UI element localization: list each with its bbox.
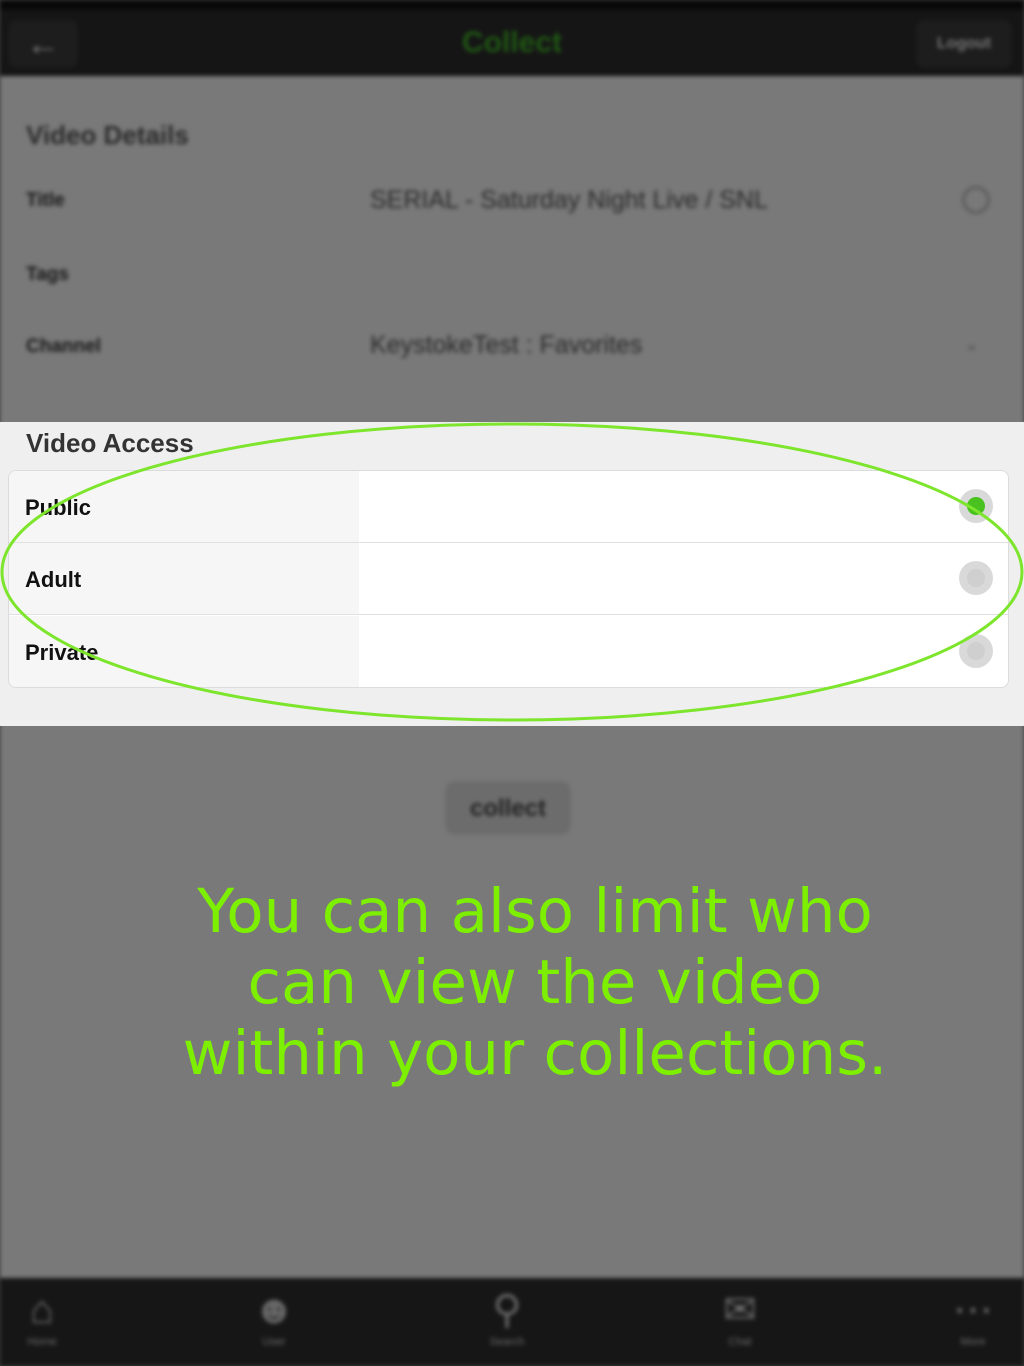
- access-option-public[interactable]: Public: [9, 471, 1008, 543]
- access-option-label: Private: [25, 640, 99, 665]
- access-option-label: Adult: [25, 567, 82, 592]
- access-option-label: Public: [25, 495, 92, 520]
- radio-dot-icon: [967, 569, 985, 587]
- video-access-heading: Video Access: [26, 428, 194, 458]
- caption-line-2: can view the video: [247, 947, 823, 1018]
- caption-line-1: You can also limit who: [197, 876, 873, 947]
- private-radio[interactable]: [959, 634, 993, 668]
- radio-selected-dot-icon: [967, 497, 985, 515]
- access-options-list: Public Adult Private: [8, 470, 1009, 688]
- access-option-adult[interactable]: Adult: [9, 543, 1008, 615]
- access-option-private[interactable]: Private: [9, 616, 1008, 687]
- public-radio[interactable]: [959, 489, 993, 523]
- tutorial-caption: You can also limit who can view the vide…: [120, 876, 950, 1089]
- adult-radio[interactable]: [959, 561, 993, 595]
- caption-line-3: within your collections.: [182, 1018, 888, 1089]
- radio-dot-icon: [967, 642, 985, 660]
- video-access-panel: Video Access Public Adult Private: [0, 422, 1024, 726]
